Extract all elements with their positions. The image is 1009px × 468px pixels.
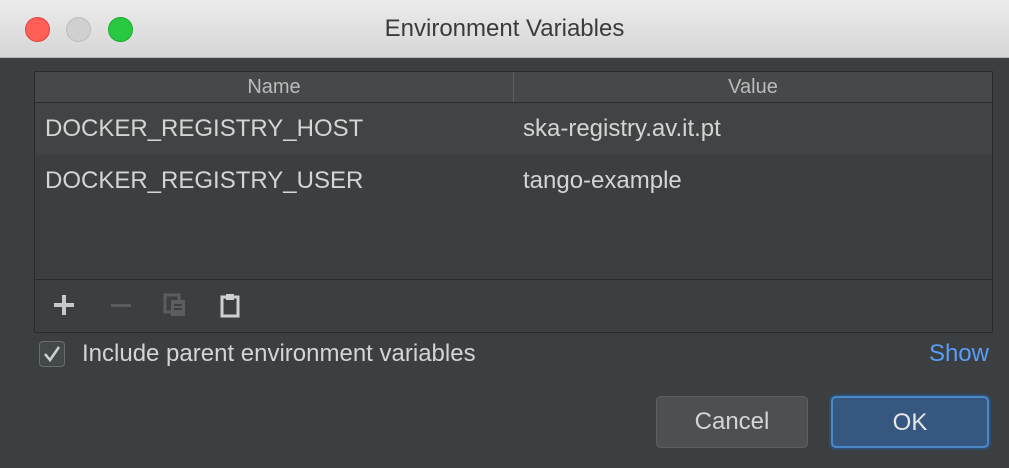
- table-header: Name Value: [35, 72, 992, 103]
- copy-variable-button[interactable]: [162, 292, 188, 318]
- remove-variable-button[interactable]: [108, 292, 134, 318]
- table-toolbar: [35, 279, 992, 332]
- variable-name-cell[interactable]: DOCKER_REGISTRY_HOST: [45, 103, 363, 155]
- add-variable-button[interactable]: [51, 292, 77, 318]
- show-parent-variables-link[interactable]: Show: [929, 338, 989, 370]
- window-title: Environment Variables: [384, 15, 625, 42]
- checkmark-icon: [44, 346, 61, 363]
- title-bar[interactable]: Environment Variables: [0, 0, 1009, 58]
- ok-button[interactable]: OK: [831, 396, 989, 448]
- include-parent-label[interactable]: Include parent environment variables: [82, 338, 476, 370]
- variable-value-cell[interactable]: tango-example: [523, 155, 682, 207]
- table-row[interactable]: DOCKER_REGISTRY_USER tango-example: [35, 155, 992, 207]
- copy-icon: [163, 293, 185, 316]
- table-row[interactable]: DOCKER_REGISTRY_HOST ska-registry.av.it.…: [35, 103, 992, 155]
- minus-icon: [111, 304, 131, 307]
- include-parent-checkbox[interactable]: [39, 341, 65, 367]
- variable-name-cell[interactable]: DOCKER_REGISTRY_USER: [45, 155, 363, 207]
- environment-variables-dialog: Environment Variables Name Value DOCKER_…: [0, 0, 1009, 468]
- env-variables-table: Name Value DOCKER_REGISTRY_HOST ska-regi…: [34, 71, 993, 333]
- column-header-value[interactable]: Value: [514, 72, 992, 102]
- paste-icon: [220, 294, 240, 318]
- paste-variable-button[interactable]: [217, 292, 243, 318]
- plus-icon: [54, 295, 74, 315]
- variable-value-cell[interactable]: ska-registry.av.it.pt: [523, 103, 721, 155]
- column-header-name[interactable]: Name: [35, 72, 514, 102]
- cancel-button[interactable]: Cancel: [656, 396, 808, 448]
